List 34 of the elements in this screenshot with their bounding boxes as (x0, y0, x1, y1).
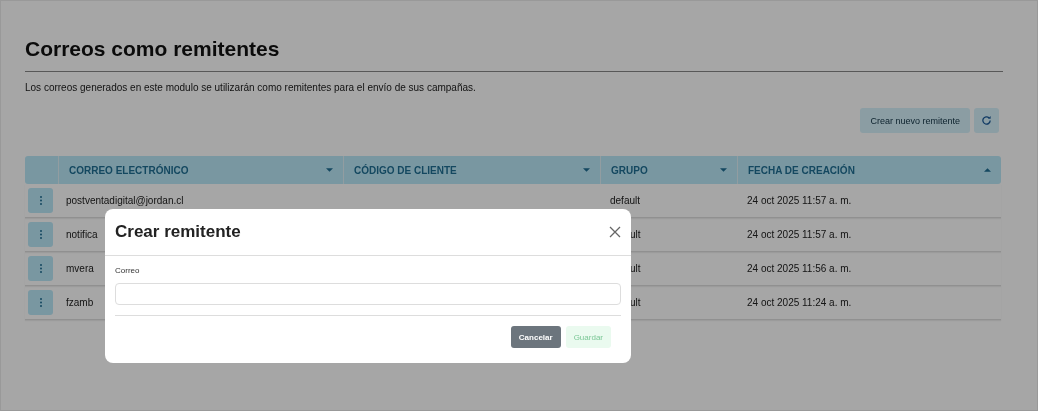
column-header[interactable]: GRUPO (600, 156, 737, 184)
more-icon (39, 264, 42, 273)
table-cell: default (610, 195, 641, 206)
field-label: Correo (115, 266, 141, 275)
table-cell: 24 oct 2025 11:57 a. m. (747, 195, 852, 206)
table-cell: 24 oct 2025 11:56 a. m. (747, 263, 852, 274)
table-cell: fzamb (66, 297, 94, 308)
close-icon[interactable] (609, 226, 621, 238)
create-sender-button[interactable]: Crear nuevo remitente (860, 108, 970, 133)
cancel-button[interactable]: Cancelar (510, 326, 561, 348)
page-title: Correos como remitentes (25, 37, 281, 61)
table-cell: mvera (66, 263, 94, 274)
table-cell: ult (630, 297, 641, 308)
column-header[interactable]: CORREO ELECTRÓNICO (58, 156, 343, 184)
column-header[interactable]: FECHA DE CREACIÓN (737, 156, 1001, 184)
table-cell: postventadigital@jordan.cl (66, 195, 184, 206)
email-input-field[interactable] (115, 283, 621, 305)
column-header[interactable]: CÓDIGO DE CLIENTE (343, 156, 600, 184)
refresh-icon (981, 115, 992, 126)
row-menu-button[interactable] (28, 290, 53, 315)
row-menu-button[interactable] (28, 188, 53, 213)
modal-title: Crear remitente (115, 222, 241, 242)
row-menu-button[interactable] (28, 222, 53, 247)
refresh-button[interactable] (974, 108, 999, 133)
more-icon (39, 196, 42, 205)
page-description: Los correos generados en este modulo se utilizarán como remitentes para el envío de sus campañas. (25, 82, 477, 93)
table-cell: notifica (66, 229, 98, 240)
table-cell: 24 oct 2025 11:57 a. m. (747, 229, 852, 240)
more-icon (39, 230, 42, 239)
more-icon (39, 298, 42, 307)
table-cell: ult (630, 263, 641, 274)
table-cell: ult (630, 229, 641, 240)
table-cell: 24 oct 2025 11:24 a. m. (747, 297, 852, 308)
row-menu-button[interactable] (28, 256, 53, 281)
